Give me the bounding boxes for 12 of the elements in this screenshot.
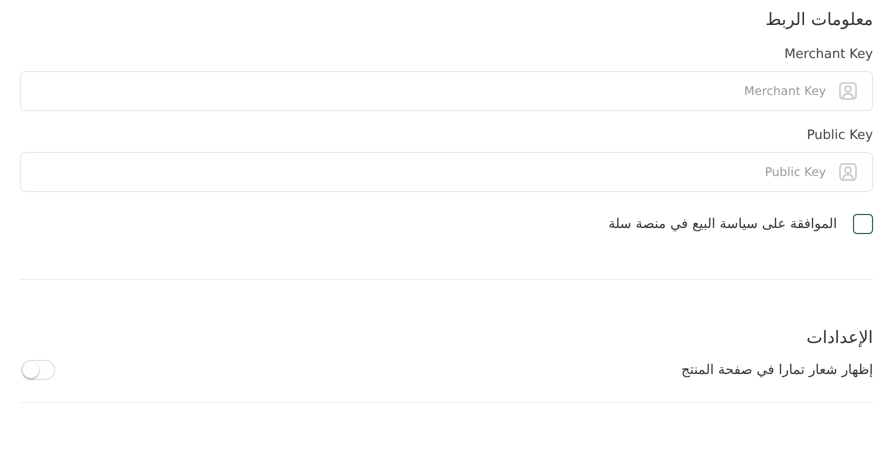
input-field[interactable]: Merchant Key [20,71,873,111]
user-icon [839,82,857,100]
checkbox-label: الموافقة على سياسة البيع في منصة سلة [608,216,837,232]
field-label: Public Key [806,127,873,145]
field-label: Merchant Key [783,46,873,64]
toggle-switch[interactable] [21,360,55,380]
toggle-label: إظهار شعار تمارا في صفحة المنتج [681,362,873,378]
input-field[interactable]: Public Key [20,152,873,192]
user-icon [839,163,857,181]
checkbox[interactable] [853,214,873,234]
section-title: الإعدادات [805,327,873,350]
section-title: معلومات الربط [764,9,873,32]
